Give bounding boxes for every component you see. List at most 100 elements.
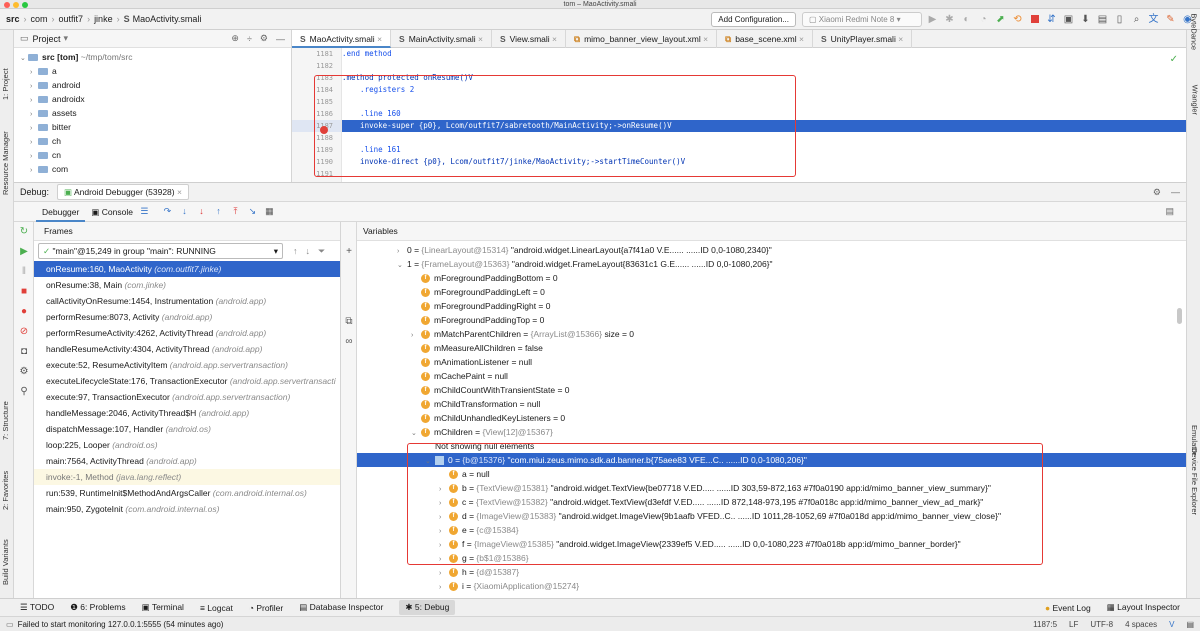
memory-icon[interactable]: ▤ [1186, 620, 1194, 629]
force-step-into-icon[interactable]: ↓ [196, 206, 207, 217]
step-over-icon[interactable]: ↷ [162, 206, 173, 217]
breadcrumb-3[interactable]: jinke [94, 14, 113, 24]
project-view-selector[interactable]: Project [33, 34, 61, 44]
tree-folder[interactable]: › androidx [30, 92, 291, 106]
tool-event-log[interactable]: ● Event Log [1045, 603, 1091, 613]
collapsed-chevron-icon[interactable]: › [439, 581, 449, 595]
view-breakpoints-icon[interactable]: ● [14, 302, 34, 322]
favorites-tool-tab[interactable]: 2: Favorites [1, 471, 10, 510]
variable-row[interactable]: f mForegroundPaddingLeft = 0 [357, 285, 1186, 299]
variable-row[interactable]: › f mMatchParentChildren = {ArrayList@1536… [357, 327, 1186, 341]
stack-frame[interactable]: handleResumeActivity:4304, ActivityThrea… [34, 341, 340, 357]
restore-layout-icon[interactable]: ▤ [1165, 206, 1174, 217]
add-configuration-button[interactable]: Add Configuration... [711, 11, 796, 27]
file-encoding[interactable]: UTF-8 [1090, 620, 1113, 629]
locate-icon[interactable]: ⊕ [231, 33, 239, 44]
tree-folder[interactable]: › assets [30, 106, 291, 120]
stack-frame[interactable]: invoke:-1, Method (java.lang.reflect) [34, 469, 340, 485]
variable-row[interactable]: f mAnimationListener = null [357, 355, 1186, 369]
device-file-explorer-tool-tab[interactable]: Device File Explorer [1190, 448, 1199, 515]
gear-icon[interactable]: ⚙ [260, 33, 268, 44]
device-selector[interactable]: ▢ Xiaomi Redmi Note 8 ▾ [802, 11, 922, 27]
collapse-icon[interactable]: ÷ [247, 34, 252, 44]
tab-unity-player[interactable]: S UnityPlayer.smali × [813, 29, 913, 48]
tree-folder[interactable]: › a [30, 64, 291, 78]
device-icon[interactable]: ▯ [1113, 13, 1126, 26]
wrangler-tool-tab[interactable]: Wrangler [1190, 85, 1199, 115]
variable-row[interactable]: f mCachePaint = null [357, 369, 1186, 383]
coverage-icon[interactable]: ◐ [960, 13, 973, 26]
sdk-manager-icon[interactable]: ⬇ [1079, 13, 1092, 26]
settings-icon[interactable]: ⚙ [14, 362, 34, 382]
caret-position[interactable]: 1187:5 [1033, 620, 1057, 629]
tool-database-inspector[interactable]: ▤ Database Inspector [299, 602, 383, 613]
resume-icon[interactable]: ▶ [14, 242, 34, 262]
line-separator[interactable]: LF [1069, 620, 1078, 629]
stack-frame[interactable]: main:950, ZygoteInit (com.android.intern… [34, 501, 340, 517]
stack-frame[interactable]: executeLifecycleState:176, TransactionEx… [34, 373, 340, 389]
tab-main-activity[interactable]: S MainActivity.smali × [391, 29, 492, 48]
camera-icon[interactable]: ◘ [14, 342, 34, 362]
breadcrumb-2[interactable]: outfit7 [59, 14, 84, 24]
variable-row[interactable]: › 0 = {LinearLayout@15314} "android.widge… [357, 243, 1186, 257]
tab-debugger[interactable]: Debugger [36, 202, 86, 222]
layout-icon[interactable]: ☰ [139, 206, 150, 217]
tool-todo[interactable]: ☰ TODO [20, 602, 54, 613]
stack-frame[interactable]: main:7564, ActivityThread (android.app) [34, 453, 340, 469]
stop-debug-icon[interactable]: ■ [14, 282, 34, 302]
mute-breakpoints-icon[interactable]: ⊘ [14, 322, 34, 342]
evaluate-expression-icon[interactable]: ▦ [264, 206, 275, 217]
status-message[interactable]: Failed to start monitoring 127.0.0.1:555… [18, 620, 224, 629]
copy-icon[interactable]: ⧉ [341, 312, 357, 332]
drop-frame-icon[interactable]: ⤒ [230, 206, 241, 217]
stack-frame[interactable]: execute:97, TransactionExecutor (android… [34, 389, 340, 405]
resource-manager-tool-tab[interactable]: Resource Manager [1, 131, 10, 195]
tab-console[interactable]: ▣ Console [85, 202, 139, 222]
translate-icon[interactable]: 文 [1147, 13, 1160, 26]
stack-frame[interactable]: performResumeActivity:4262, ActivityThre… [34, 325, 340, 341]
tree-folder[interactable]: › com [30, 162, 291, 176]
variable-row[interactable]: ⌄ f mChildren = {View[12]@15367} [357, 425, 1186, 439]
tab-mao-activity[interactable]: S MaoActivity.smali × [292, 29, 392, 48]
indent-setting[interactable]: 4 spaces [1125, 620, 1157, 629]
variables-scrollbar[interactable] [1177, 308, 1182, 324]
variable-row[interactable]: f mForegroundPaddingTop = 0 [357, 313, 1186, 327]
code-editor[interactable]: 1181 1182 1183 1184 1185 1186 1187 1188 … [292, 48, 1186, 182]
breadcrumb-4[interactable]: S MaoActivity.smali [124, 14, 202, 24]
tree-folder[interactable]: › android [30, 78, 291, 92]
step-into-icon[interactable]: ↓ [179, 206, 190, 217]
tree-folder[interactable]: › bitter [30, 120, 291, 134]
stack-frame[interactable]: execute:52, ResumeActivityItem (android.… [34, 357, 340, 373]
debug-settings-icon[interactable]: ⚙ [1153, 187, 1161, 198]
sync-gradle-icon[interactable]: ⇵ [1045, 13, 1058, 26]
layout-inspector-icon[interactable]: ▤ [1096, 13, 1109, 26]
step-out-icon[interactable]: ↑ [213, 206, 224, 217]
stack-frame[interactable]: onResume:38, Main (com.jinke) [34, 277, 340, 293]
build-variants-tool-tab[interactable]: Build Variants [1, 539, 10, 585]
project-tool-tab[interactable]: 1: Project [1, 68, 10, 100]
bytedance-tool-tab[interactable]: ByteDance [1190, 13, 1199, 50]
run-icon[interactable]: ▶ [926, 13, 939, 26]
apply-changes-icon[interactable]: ⟲ [1011, 13, 1024, 26]
variable-row[interactable]: f mChildCountWithTransientState = 0 [357, 383, 1186, 397]
run-to-cursor-icon[interactable]: ↘ [247, 206, 258, 217]
variable-row[interactable]: f mForegroundPaddingBottom = 0 [357, 271, 1186, 285]
stack-frame[interactable]: performResume:8073, Activity (android.ap… [34, 309, 340, 325]
attach-debugger-icon[interactable]: ⬈ [994, 13, 1007, 26]
pause-icon[interactable]: ‖ [14, 262, 34, 282]
stack-frame[interactable]: handleMessage:2046, ActivityThread$H (an… [34, 405, 340, 421]
plugin-icon[interactable]: ✎ [1164, 13, 1177, 26]
variable-row[interactable]: f mChildTransformation = null [357, 397, 1186, 411]
stack-frame[interactable]: callActivityOnResume:1454, Instrumentati… [34, 293, 340, 309]
tool-debug[interactable]: ✱ 5: Debug [399, 600, 456, 615]
stack-frame[interactable]: run:539, RuntimeInit$MethodAndArgsCaller… [34, 485, 340, 501]
vcs-icon[interactable]: V [1169, 620, 1174, 629]
frame-down-icon[interactable]: ↓ [306, 246, 311, 256]
variable-row[interactable]: f mMeasureAllChildren = false [357, 341, 1186, 355]
stop-icon[interactable] [1028, 13, 1041, 26]
hide-icon[interactable]: — [276, 34, 285, 44]
watches-icon[interactable]: ∞ [341, 332, 357, 352]
tree-root[interactable]: ⌄ src [tom] ~/tmp/tom/src [20, 50, 291, 64]
tree-folder[interactable]: › cn [30, 148, 291, 162]
tree-folder[interactable]: › ch [30, 134, 291, 148]
